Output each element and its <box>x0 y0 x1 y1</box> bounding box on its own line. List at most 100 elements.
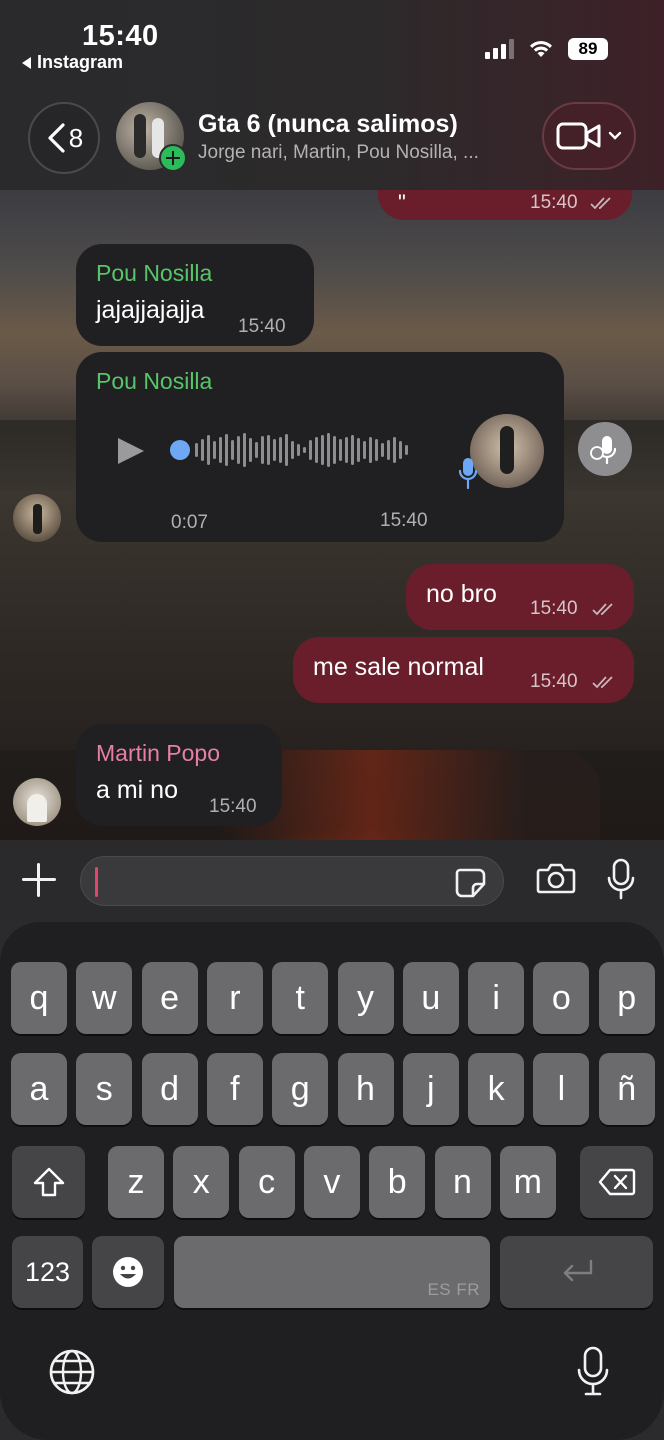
key-z[interactable]: z <box>108 1146 164 1218</box>
key-b[interactable]: b <box>369 1146 426 1218</box>
key-m[interactable]: m <box>499 1146 556 1218</box>
sticker-icon[interactable] <box>455 868 487 898</box>
add-participant-icon[interactable] <box>159 144 187 172</box>
message-bubble-incoming[interactable]: Pou Nosilla jajajjajajja 15:40 <box>76 244 314 346</box>
key-s[interactable]: s <box>76 1053 133 1125</box>
sender-name[interactable]: Pou Nosilla <box>96 368 212 395</box>
waveform-bar <box>291 441 294 459</box>
shift-icon <box>33 1167 64 1197</box>
message-time: 15:40 <box>530 192 578 213</box>
back-triangle-icon <box>22 56 31 69</box>
chat-header: 15:40 Instagram 89 8 Gta 6 (nunca salimo… <box>0 0 664 190</box>
waveform-bar <box>255 442 258 458</box>
key-v[interactable]: v <box>303 1146 360 1218</box>
transcribe-button[interactable] <box>578 422 632 476</box>
camera-icon[interactable] <box>536 862 576 894</box>
waveform-bar <box>243 433 246 467</box>
waveform-bar <box>249 438 252 462</box>
status-icons: 89 <box>485 38 608 60</box>
key-p[interactable]: p <box>598 962 655 1034</box>
emoji-icon <box>113 1257 143 1287</box>
key-g[interactable]: g <box>272 1053 329 1125</box>
message-bubble-outgoing[interactable]: no bro 15:40 <box>406 564 634 630</box>
key-h[interactable]: h <box>337 1053 394 1125</box>
key-c[interactable]: c <box>238 1146 295 1218</box>
return-key[interactable] <box>500 1236 653 1308</box>
message-text: jajajjajajja <box>96 296 205 324</box>
back-button[interactable]: 8 <box>28 102 100 174</box>
voice-waveform[interactable] <box>170 430 432 470</box>
key-t[interactable]: t <box>272 962 329 1034</box>
waveform-bar <box>333 436 336 464</box>
chevron-down-icon <box>608 131 622 140</box>
delete-key[interactable] <box>580 1146 653 1218</box>
text-caret <box>95 867 98 897</box>
message-bubble-outgoing[interactable]: " 15:40 <box>378 190 632 220</box>
sender-name[interactable]: Martin Popo <box>96 740 220 767</box>
chat-participants[interactable]: Jorge nari, Martin, Pou Nosilla, ... <box>198 142 479 164</box>
key-w[interactable]: w <box>76 962 133 1034</box>
dictation-microphone-icon[interactable] <box>576 1346 610 1398</box>
transcribe-mic-icon <box>590 436 617 465</box>
message-time: 15:40 <box>530 671 578 692</box>
key-y[interactable]: y <box>337 962 394 1034</box>
video-camera-icon <box>556 122 601 150</box>
key-e[interactable]: e <box>141 962 198 1034</box>
waveform-bar <box>375 439 378 461</box>
numbers-key[interactable]: 123 <box>12 1236 83 1308</box>
shift-key[interactable] <box>12 1146 85 1218</box>
read-receipt-icon <box>592 676 613 689</box>
waveform-bar <box>267 435 270 465</box>
back-app-label: Instagram <box>37 52 124 72</box>
plus-icon[interactable] <box>20 860 60 900</box>
message-time: 15:40 <box>530 598 578 619</box>
key-i[interactable]: i <box>468 962 525 1034</box>
waveform-bar <box>201 439 204 461</box>
microphone-icon[interactable] <box>606 858 636 900</box>
waveform-bar <box>393 437 396 463</box>
message-text: no bro <box>426 580 497 608</box>
back-to-app-link[interactable]: Instagram <box>22 52 123 73</box>
waveform-bar <box>219 437 222 463</box>
sender-name[interactable]: Pou Nosilla <box>96 260 212 287</box>
key-ñ[interactable]: ñ <box>598 1053 655 1125</box>
video-call-button[interactable] <box>542 102 636 170</box>
sender-avatar[interactable] <box>13 778 61 826</box>
key-j[interactable]: j <box>402 1053 459 1125</box>
globe-icon[interactable] <box>48 1348 96 1396</box>
key-u[interactable]: u <box>402 962 459 1034</box>
key-o[interactable]: o <box>533 962 590 1034</box>
message-text: me sale normal <box>313 653 484 681</box>
waveform-bar <box>297 444 300 456</box>
chat-messages[interactable]: " 15:40 Pou Nosilla jajajjajajja 15:40 P… <box>0 190 664 840</box>
voice-progress-dot[interactable] <box>170 440 190 460</box>
key-l[interactable]: l <box>533 1053 590 1125</box>
waveform-bar <box>387 440 390 460</box>
keyboard-languages: ES FR <box>427 1280 480 1299</box>
key-x[interactable]: x <box>173 1146 230 1218</box>
message-bubble-incoming[interactable]: Martin Popo a mi no 15:40 <box>76 724 282 826</box>
key-q[interactable]: q <box>11 962 67 1034</box>
waveform-bar <box>195 443 198 457</box>
waveform-bar <box>399 441 402 459</box>
emoji-key[interactable] <box>92 1236 164 1308</box>
message-time: 15:40 <box>380 510 428 531</box>
read-receipt-icon <box>590 197 611 210</box>
waveform-bar <box>207 435 210 465</box>
play-icon[interactable] <box>118 438 144 464</box>
key-a[interactable]: a <box>11 1053 67 1125</box>
waveform-bar <box>369 437 372 463</box>
message-bubble-outgoing[interactable]: me sale normal 15:40 <box>293 637 634 703</box>
waveform-bar <box>339 439 342 461</box>
key-d[interactable]: d <box>141 1053 198 1125</box>
key-r[interactable]: r <box>206 962 263 1034</box>
battery-icon: 89 <box>568 38 608 60</box>
waveform-bar <box>285 434 288 466</box>
sender-avatar[interactable] <box>13 494 61 542</box>
chat-title[interactable]: Gta 6 (nunca salimos) <box>198 110 458 139</box>
message-input[interactable] <box>80 856 504 906</box>
key-n[interactable]: n <box>434 1146 491 1218</box>
key-f[interactable]: f <box>206 1053 263 1125</box>
space-key[interactable]: ES FR <box>174 1236 490 1308</box>
key-k[interactable]: k <box>468 1053 525 1125</box>
